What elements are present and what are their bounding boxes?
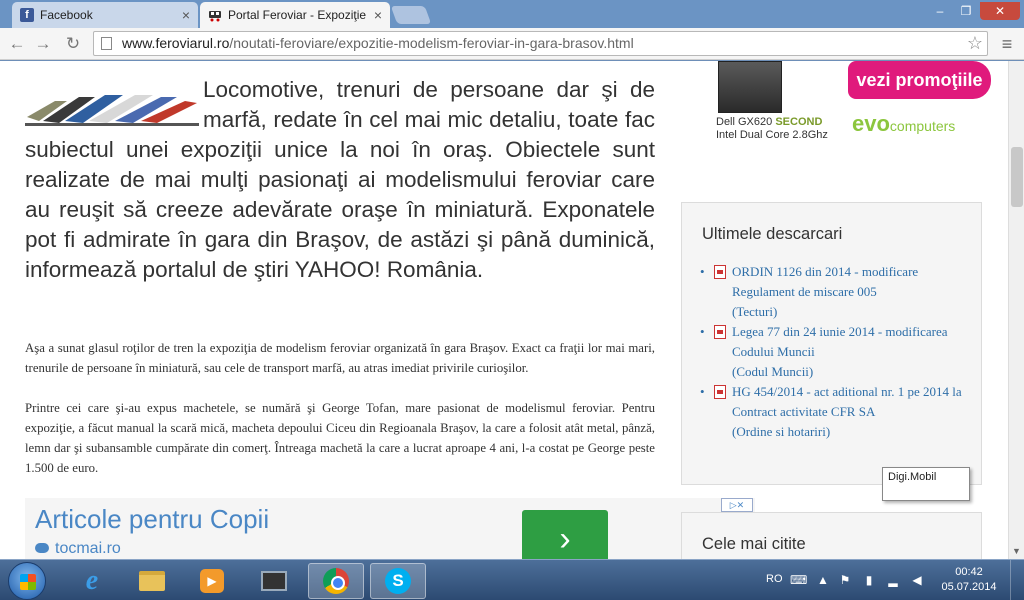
skype-button[interactable]: S	[370, 563, 426, 599]
address-bar[interactable]: www.feroviarul.ro/noutati-feroviare/expo…	[93, 31, 988, 56]
promo-brand-name: evo	[852, 111, 890, 136]
keyboard-icon[interactable]: ⌨	[790, 573, 807, 587]
page-scrollbar[interactable]: ▼	[1008, 61, 1024, 559]
article-lead: Locomotive, trenuri de persoane dar şi d…	[25, 75, 655, 285]
promo-banner[interactable]: Dell GX620 SECOND Intel Dual Core 2.8Ghz…	[700, 61, 991, 149]
folder-icon	[139, 571, 165, 591]
cloud-icon	[35, 543, 49, 553]
page-icon	[101, 37, 112, 50]
scroll-down-icon[interactable]: ▼	[1012, 546, 1021, 556]
close-window-button[interactable]: ✕	[980, 2, 1020, 20]
show-desktop-button[interactable]	[1010, 560, 1024, 600]
pdf-icon	[714, 265, 726, 279]
ad-source[interactable]: tocmai.ro	[35, 540, 121, 558]
skype-icon: S	[385, 568, 411, 594]
promo-model: Dell GX620 SECOND	[716, 116, 822, 128]
promo-cta-button[interactable]: vezi promoţiile	[848, 61, 991, 99]
article-paragraph: Aşa a sunat glasul roţilor de tren la ex…	[25, 341, 655, 375]
restore-button[interactable]: ❐	[953, 2, 979, 20]
pdf-icon	[714, 325, 726, 339]
language-indicator[interactable]: RO	[766, 573, 783, 585]
download-category[interactable]: (Ordine si hotariri)	[732, 424, 830, 439]
start-button[interactable]	[8, 562, 46, 600]
signal-icon[interactable]: ▂	[886, 573, 900, 587]
clock-date: 05.07.2014	[941, 581, 997, 593]
facebook-favicon-icon: f	[20, 8, 34, 22]
taskbar: e ▶ S RO ⌨ ▲ ⚑ ▮ ▂ ◀ 00:42 05.07.2014	[0, 559, 1024, 600]
downloads-title: Ultimele descarcari	[702, 225, 843, 243]
battery-icon[interactable]: ▮	[862, 573, 876, 587]
download-item[interactable]: Legea 77 din 24 iunie 2014 - modificarea…	[700, 322, 981, 382]
tab-title: Facebook	[40, 8, 93, 22]
popular-title: Cele mai citite	[702, 535, 806, 553]
tray-tooltip: Digi.Mobil	[882, 467, 970, 501]
download-item[interactable]: ORDIN 1126 din 2014 - modificare Regulam…	[700, 262, 981, 322]
task-monitor-button[interactable]	[246, 563, 302, 599]
download-category[interactable]: (Codul Muncii)	[732, 364, 813, 379]
browser-toolbar: ← → ↻ www.feroviarul.ro/noutati-feroviar…	[0, 28, 1024, 60]
download-link[interactable]: ORDIN 1126 din 2014 - modificare Regulam…	[732, 264, 918, 299]
bookmark-star-icon[interactable]: ☆	[967, 32, 983, 55]
pdf-icon	[714, 385, 726, 399]
downloads-box: Ultimele descarcari ORDIN 1126 din 2014 …	[681, 202, 982, 485]
promo-brand-logo: evocomputers	[852, 111, 955, 137]
file-explorer-button[interactable]	[124, 563, 180, 599]
media-player-icon: ▶	[200, 569, 224, 593]
page-viewport: Locomotive, trenuri de persoane dar şi d…	[0, 61, 1008, 559]
clock[interactable]: 00:42 05.07.2014	[938, 565, 1000, 595]
url-domain: www.feroviarul.ro	[122, 35, 230, 51]
chrome-icon	[323, 568, 349, 594]
download-item[interactable]: HG 454/2014 - act aditional nr. 1 pe 201…	[700, 382, 981, 442]
forward-arrow-icon[interactable]: →	[32, 33, 54, 55]
train-favicon-icon	[209, 11, 221, 22]
promo-model-badge: SECOND	[775, 116, 823, 128]
desktop-pc-image	[718, 61, 782, 113]
download-link[interactable]: HG 454/2014 - act aditional nr. 1 pe 201…	[732, 384, 962, 419]
clock-time: 00:42	[955, 566, 983, 578]
ad-title[interactable]: Articole pentru Copii	[35, 504, 269, 535]
download-link[interactable]: Legea 77 din 24 iunie 2014 - modificarea…	[732, 324, 948, 359]
close-tab-icon[interactable]: ×	[374, 7, 382, 23]
promo-cpu: Intel Dual Core 2.8Ghz	[716, 129, 828, 141]
new-tab-button[interactable]	[390, 6, 432, 24]
action-center-flag-icon[interactable]: ⚑	[838, 573, 852, 587]
chrome-button[interactable]	[308, 563, 364, 599]
volume-icon[interactable]: ◀	[910, 573, 924, 587]
ad-choices-icon[interactable]: ▷✕	[721, 498, 753, 512]
internet-explorer-icon[interactable]: e	[64, 563, 120, 599]
minimize-button[interactable]: –	[927, 2, 953, 20]
media-player-button[interactable]: ▶	[184, 563, 240, 599]
close-tab-icon[interactable]: ×	[182, 7, 190, 23]
ad-open-button[interactable]: ›	[522, 510, 608, 559]
back-arrow-icon[interactable]: ←	[6, 33, 28, 55]
ad-banner[interactable]: Articole pentru Copii tocmai.ro › ▷✕	[25, 498, 755, 559]
url-path: /noutati-feroviare/expozitie-modelism-fe…	[229, 35, 634, 51]
reload-icon[interactable]: ↻	[62, 33, 84, 55]
article-paragraph: Printre cei care şi-au expus machetele, …	[25, 401, 655, 475]
windows-logo-icon	[20, 574, 36, 590]
system-tray: RO ⌨ ▲ ⚑ ▮ ▂ ◀ 00:42 05.07.2014	[760, 560, 1024, 600]
scrollbar-thumb[interactable]	[1011, 147, 1023, 207]
monitor-icon	[261, 571, 287, 591]
chrome-menu-icon[interactable]: ≡	[997, 34, 1017, 54]
show-hidden-icons-icon[interactable]: ▲	[816, 573, 830, 587]
download-category[interactable]: (Tecturi)	[732, 304, 777, 319]
promo-brand-sub: computers	[889, 118, 956, 134]
downloads-list: ORDIN 1126 din 2014 - modificare Regulam…	[700, 262, 981, 442]
tab-portal-feroviar[interactable]: Portal Feroviar - Expoziţie ×	[200, 2, 390, 28]
popular-box: Cele mai citite	[681, 512, 982, 559]
ad-source-text: tocmai.ro	[55, 540, 121, 557]
tab-facebook[interactable]: f Facebook ×	[12, 2, 198, 28]
tab-strip: f Facebook × Portal Feroviar - Expoziţie…	[0, 0, 1024, 28]
tab-title: Portal Feroviar - Expoziţie	[228, 8, 367, 22]
promo-model-name: Dell GX620	[716, 116, 773, 128]
